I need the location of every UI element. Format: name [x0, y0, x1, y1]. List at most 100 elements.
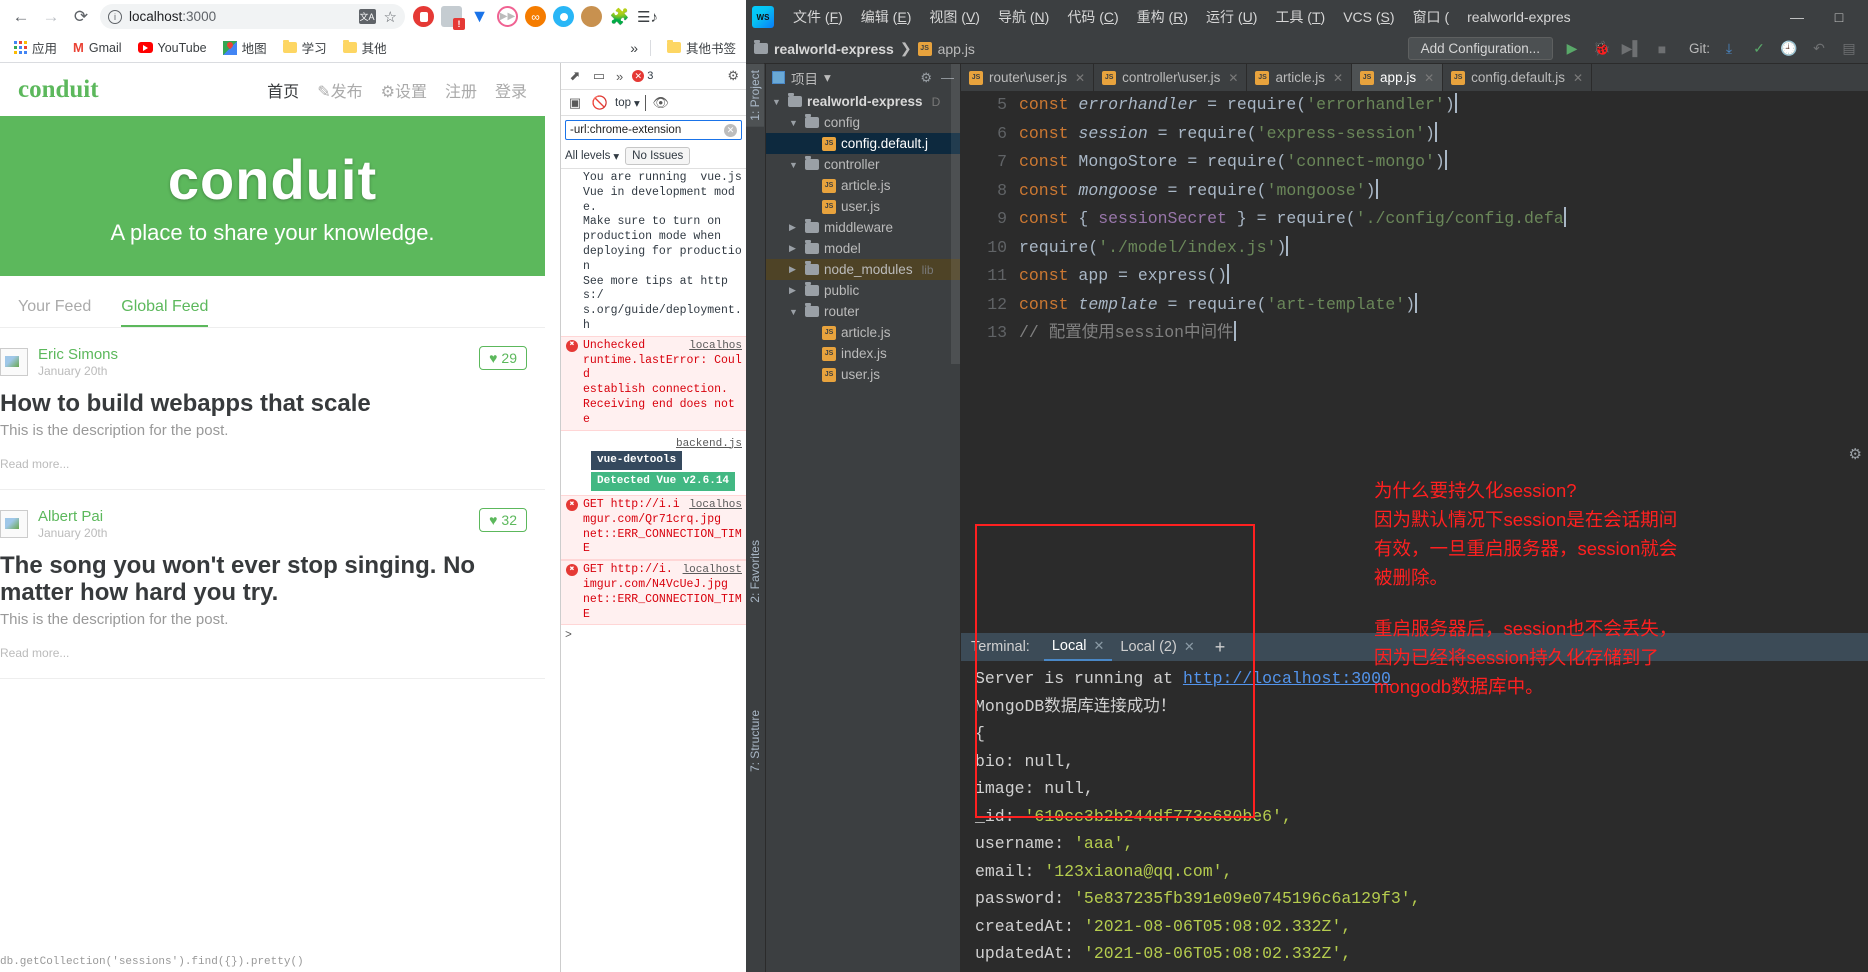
close-icon[interactable]: ✕ — [1424, 71, 1434, 85]
tree-node[interactable]: article.js — [766, 175, 960, 196]
git-history-icon[interactable]: 🕘 — [1778, 40, 1800, 57]
chevron-right-icon[interactable]: ▶ — [789, 285, 800, 296]
tree-node[interactable]: article.js — [766, 322, 960, 343]
breadcrumb-file[interactable]: app.js — [938, 41, 975, 57]
clear-filter-icon[interactable]: ✕ — [724, 123, 737, 137]
console-prompt[interactable]: > — [561, 625, 746, 648]
maximize-button[interactable]: □ — [1826, 9, 1852, 25]
menu-run[interactable]: 运行 (U) — [1197, 4, 1266, 30]
clear-console-icon[interactable]: 🚫 — [590, 93, 610, 113]
fast-forward-icon[interactable]: ▶▶ — [497, 6, 518, 27]
puzzle-icon[interactable]: 🧩 — [609, 6, 630, 27]
tree-node[interactable]: index.js — [766, 343, 960, 364]
chevron-down-icon[interactable]: ▾ — [824, 70, 831, 86]
tab-global-feed[interactable]: Global Feed — [121, 298, 209, 327]
chevron-down-icon[interactable]: ▼ — [789, 160, 800, 170]
error-count-badge[interactable]: ✕ 3 — [630, 69, 659, 83]
run-coverage-icon[interactable]: ▶▌ — [1621, 40, 1643, 57]
close-icon[interactable]: ✕ — [1228, 71, 1238, 85]
editor-tab[interactable]: router\user.js ✕ — [961, 64, 1095, 91]
debug-icon[interactable]: 🐞 — [1591, 40, 1613, 57]
cookie-icon[interactable] — [581, 6, 602, 27]
gear-icon[interactable]: ⚙ — [920, 70, 932, 86]
chevron-down-icon[interactable]: ▼ — [789, 118, 800, 128]
star-icon[interactable]: ☆ — [384, 8, 397, 26]
nav-register[interactable]: 注册 — [445, 78, 477, 102]
tree-node[interactable]: ▶ node_modules lib — [766, 259, 960, 280]
menu-edit[interactable]: 编辑 (E) — [852, 4, 921, 30]
nav-login[interactable]: 登录 — [495, 78, 527, 102]
extension-warning-icon[interactable]: ! — [441, 6, 465, 30]
nav-publish[interactable]: ✎发布 — [317, 78, 362, 102]
hexagon-icon[interactable] — [553, 6, 574, 27]
tree-node[interactable]: user.js — [766, 196, 960, 217]
bookmark-maps[interactable]: 地图 — [217, 35, 273, 60]
more-panels-icon[interactable]: » — [613, 69, 626, 84]
translate-icon[interactable]: 文A — [358, 9, 376, 24]
tree-node[interactable]: ▼ config — [766, 112, 960, 133]
bookmark-other-bookmarks[interactable]: 其他书签 — [661, 35, 742, 60]
device-toolbar-icon[interactable]: ▭ — [589, 66, 609, 86]
article-title[interactable]: How to build webapps that scale — [0, 390, 527, 418]
menu-vcs[interactable]: VCS (S) — [1334, 6, 1403, 28]
close-icon[interactable]: ✕ — [1333, 71, 1343, 85]
inspect-element-icon[interactable]: ⬈ — [565, 66, 585, 86]
article-author[interactable]: Eric Simons — [38, 346, 118, 363]
terminal-settings-icon[interactable]: ⚙ — [1849, 445, 1862, 463]
conduit-logo[interactable]: conduit — [18, 76, 99, 104]
favorite-button[interactable]: ♥ 29 — [479, 346, 527, 370]
tree-node[interactable]: ▼ router — [766, 301, 960, 322]
code-editor[interactable]: 5 const errorhandler = require('errorhand… — [961, 91, 1868, 397]
nav-settings[interactable]: ⚙设置 — [381, 78, 427, 102]
console-filter-input[interactable]: -url:chrome-extension ✕ — [565, 120, 742, 140]
bookmark-gmail[interactable]: M Gmail — [67, 38, 128, 58]
editor-tab[interactable]: article.js ✕ — [1247, 64, 1353, 91]
chevron-down-icon[interactable]: ▼ — [789, 307, 800, 317]
git-update-icon[interactable]: ⤓ — [1718, 40, 1740, 57]
bookmark-apps[interactable]: 应用 — [8, 35, 63, 60]
playlist-icon[interactable]: ☰♪ — [637, 6, 658, 27]
address-bar[interactable]: i localhost:3000 文A ☆ — [100, 4, 405, 29]
avatar[interactable] — [0, 509, 28, 538]
tree-node[interactable]: ▼ controller — [766, 154, 960, 175]
read-more-link[interactable]: Read more... — [0, 457, 527, 471]
git-commit-icon[interactable]: ✓ — [1748, 40, 1770, 57]
menu-view[interactable]: 视图 (V) — [920, 4, 989, 30]
tree-node[interactable]: ▶ model — [766, 238, 960, 259]
tree-node[interactable]: ▶ middleware — [766, 217, 960, 238]
chevron-right-icon[interactable]: ▶ — [789, 222, 800, 233]
forward-arrow-icon[interactable]: → — [36, 2, 66, 32]
tree-node[interactable]: ▶ public — [766, 280, 960, 301]
chevron-right-icon[interactable]: ▶ — [789, 264, 800, 275]
breadcrumb-project[interactable]: realworld-express — [774, 41, 894, 57]
chevron-right-icon[interactable]: ▶ — [789, 243, 800, 254]
run-icon[interactable]: ▶ — [1561, 40, 1583, 57]
back-arrow-icon[interactable]: ← — [6, 2, 36, 32]
editor-tab[interactable]: app.js ✕ — [1352, 64, 1444, 91]
bookmark-youtube[interactable]: YouTube — [132, 38, 213, 58]
console-source-link[interactable]: localhos — [689, 339, 742, 354]
menu-window[interactable]: 窗口 ( — [1404, 4, 1459, 30]
avatar[interactable] — [0, 348, 28, 376]
console-source-link[interactable]: localhos — [689, 498, 742, 513]
add-configuration-button[interactable]: Add Configuration... — [1407, 37, 1553, 60]
chevron-down-icon[interactable]: ▼ — [772, 97, 783, 107]
menu-file[interactable]: 文件 (F) — [784, 4, 852, 30]
execution-context-selector[interactable]: top ▾ — [615, 96, 640, 110]
adblock-icon[interactable] — [413, 6, 434, 27]
tree-node[interactable]: user.js — [766, 364, 960, 385]
project-tree-scrollbar[interactable] — [951, 64, 960, 364]
tool-window-structure[interactable]: 7: Structure — [746, 704, 764, 778]
no-issues-button[interactable]: No Issues — [625, 147, 691, 165]
menu-tools[interactable]: 工具 (T) — [1266, 4, 1334, 30]
bookmark-other-folder[interactable]: 其他 — [337, 35, 393, 60]
log-level-selector[interactable]: All levels ▾ — [565, 149, 619, 163]
search-everywhere-icon[interactable]: ▤ — [1838, 40, 1860, 57]
close-icon[interactable]: ✕ — [1573, 71, 1583, 85]
minimize-button[interactable]: — — [1784, 9, 1810, 25]
article-author[interactable]: Albert Pai — [38, 508, 107, 525]
tool-window-favorites[interactable]: 2: Favorites — [746, 534, 764, 609]
tree-node[interactable]: ▼ realworld-express D — [766, 91, 960, 112]
console-source-link[interactable]: backend.js — [676, 437, 742, 452]
article-title[interactable]: The song you won't ever stop singing. No… — [0, 552, 527, 607]
